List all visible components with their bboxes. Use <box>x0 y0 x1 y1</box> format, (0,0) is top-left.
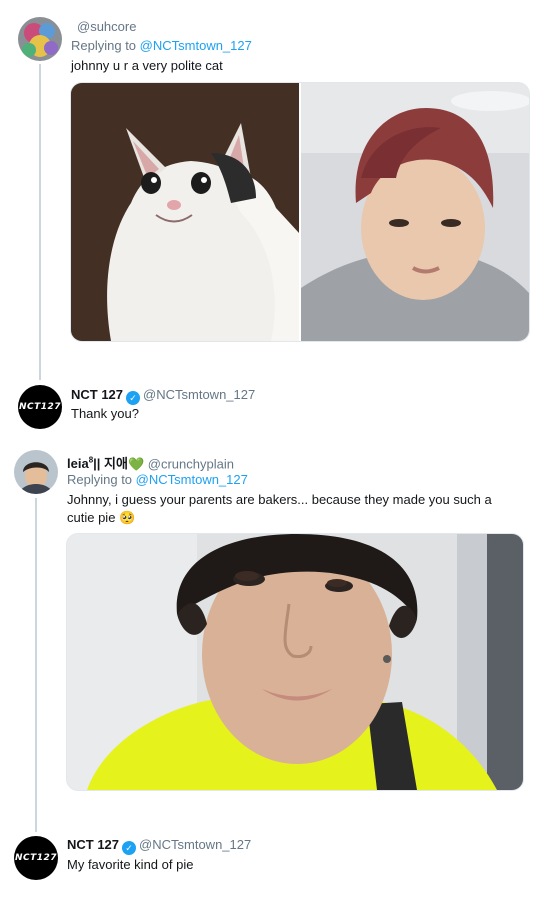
thread-line-2 <box>35 498 37 832</box>
tweet-text: Thank you? <box>71 406 139 421</box>
tweet-header: NCT 127 ✓ @NCTsmtown_127 <box>67 836 251 855</box>
display-name-suffix: || 지애 <box>93 456 128 472</box>
thread-line-1 <box>39 64 41 380</box>
replying-to: Replying to @NCTsmtown_127 <box>67 471 248 488</box>
display-name[interactable]: NCT 127 <box>67 837 119 852</box>
avatar-logo-text: NCT127 <box>14 853 58 863</box>
tweet-media-grid[interactable] <box>70 82 530 342</box>
display-name[interactable]: NCT 127 <box>71 387 123 402</box>
media-image-cat[interactable] <box>71 83 299 341</box>
display-name[interactable]: leia8|| 지애 <box>67 456 128 471</box>
avatar[interactable] <box>14 450 58 494</box>
avatar-logo-text: NCT127 <box>18 402 62 412</box>
pleading-face-emoji: 🥺 <box>119 510 136 525</box>
avatar[interactable] <box>18 17 62 61</box>
tweet-header: leia8|| 지애💚 @crunchyplain <box>67 452 234 472</box>
tweet-handle[interactable]: @NCTsmtown_127 <box>139 837 251 852</box>
tweet-media-image[interactable] <box>66 533 524 791</box>
avatar[interactable]: NCT127 <box>18 385 62 429</box>
verified-badge-icon: ✓ <box>126 391 141 405</box>
tweet-text-line-1: Johnny, i guess your parents are bakers.… <box>67 492 492 507</box>
verified-badge-icon: ✓ <box>122 841 137 855</box>
tweet-handle[interactable]: @crunchyplain <box>148 456 234 471</box>
replying-handle-link[interactable]: @NCTsmtown_127 <box>140 38 252 53</box>
green-heart-emoji: 💚 <box>127 456 145 472</box>
tweet-text-line-2-text: cutie pie <box>67 510 116 525</box>
display-name-text: leia <box>67 456 89 472</box>
tweet-text-line-2: cutie pie 🥺 <box>67 509 135 526</box>
replying-prefix: Replying to <box>71 38 137 53</box>
tweet-handle[interactable]: @NCTsmtown_127 <box>143 387 255 402</box>
tweet-handle[interactable]: @suhcore <box>77 18 136 35</box>
avatar[interactable]: NCT127 <box>14 836 58 880</box>
replying-prefix: Replying to <box>67 472 133 487</box>
replying-handle-link[interactable]: @NCTsmtown_127 <box>136 472 248 487</box>
replying-to: Replying to @NCTsmtown_127 <box>71 37 252 54</box>
media-image-person[interactable] <box>301 83 529 341</box>
tweet-text: johnny u r a very polite cat <box>71 58 223 73</box>
tweet-text: My favorite kind of pie <box>67 857 194 872</box>
tweet-header: NCT 127 ✓ @NCTsmtown_127 <box>71 386 255 405</box>
